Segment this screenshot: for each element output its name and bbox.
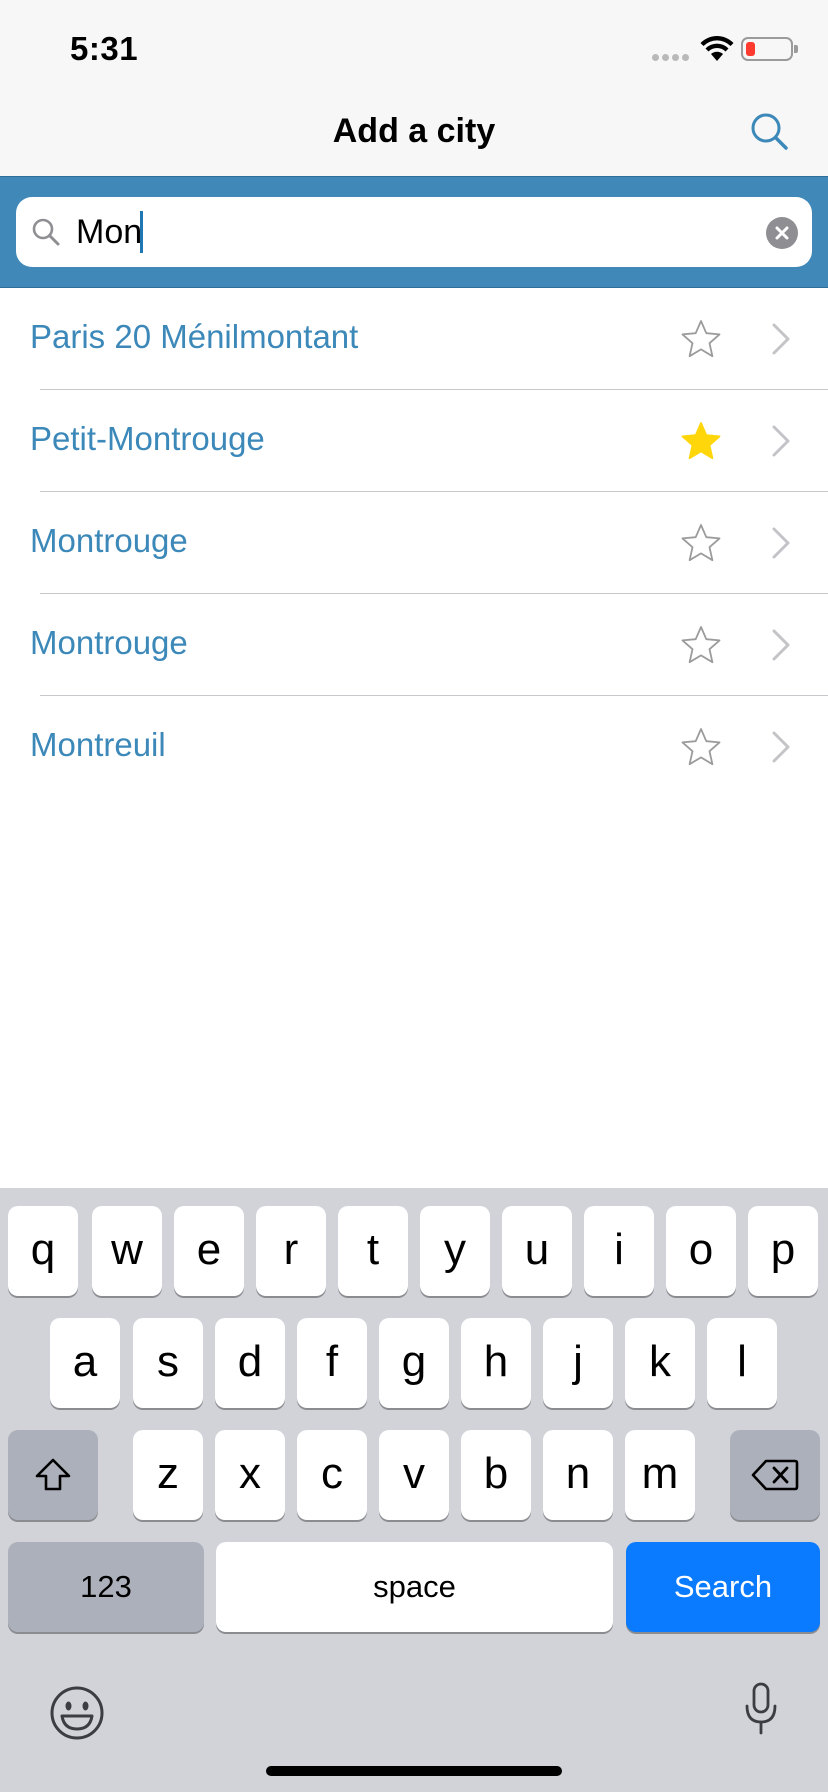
city-results-list: Paris 20 Ménilmontant Petit-Montrouge Mo… — [0, 288, 828, 798]
chevron-right-icon — [772, 323, 790, 355]
star-outline-icon[interactable] — [680, 318, 722, 360]
key-f[interactable]: f — [297, 1318, 367, 1408]
key-p[interactable]: p — [748, 1206, 818, 1296]
search-icon[interactable] — [748, 110, 792, 154]
key-e[interactable]: e — [174, 1206, 244, 1296]
key-s[interactable]: s — [133, 1318, 203, 1408]
key-z[interactable]: z — [133, 1430, 203, 1520]
key-o[interactable]: o — [666, 1206, 736, 1296]
key-n[interactable]: n — [543, 1430, 613, 1520]
battery-icon — [741, 37, 793, 61]
star-outline-icon[interactable] — [680, 624, 722, 666]
shift-key[interactable] — [8, 1430, 98, 1520]
chevron-right-icon — [772, 731, 790, 763]
city-name: Montrouge — [30, 522, 188, 559]
key-t[interactable]: t — [338, 1206, 408, 1296]
search-field-icon — [32, 218, 60, 246]
status-bar: 5:31 — [0, 0, 828, 92]
emoji-icon[interactable] — [48, 1684, 106, 1742]
backspace-icon — [751, 1459, 799, 1491]
chevron-right-icon — [772, 629, 790, 661]
nav-bar: Add a city — [0, 92, 828, 176]
key-q[interactable]: q — [8, 1206, 78, 1296]
space-key[interactable]: space — [216, 1542, 613, 1632]
text-caret — [140, 211, 143, 253]
key-c[interactable]: c — [297, 1430, 367, 1520]
list-item[interactable]: Montrouge — [0, 492, 828, 594]
chevron-right-icon — [772, 527, 790, 559]
city-name: Paris 20 Ménilmontant — [30, 318, 359, 355]
microphone-icon[interactable] — [744, 1682, 778, 1736]
keyboard: q w e r t y u i o p a s d f g h j k l z … — [0, 1188, 828, 1792]
shift-icon — [35, 1458, 71, 1491]
star-outline-icon[interactable] — [680, 726, 722, 768]
cellular-signal-icon — [652, 54, 692, 62]
wifi-icon — [700, 36, 734, 61]
key-k[interactable]: k — [625, 1318, 695, 1408]
key-u[interactable]: u — [502, 1206, 572, 1296]
home-indicator — [266, 1766, 562, 1776]
key-j[interactable]: j — [543, 1318, 613, 1408]
status-time: 5:31 — [70, 30, 139, 67]
numbers-key[interactable]: 123 — [8, 1542, 204, 1632]
key-r[interactable]: r — [256, 1206, 326, 1296]
page-title: Add a city — [332, 112, 496, 150]
key-b[interactable]: b — [461, 1430, 531, 1520]
list-item[interactable]: Petit-Montrouge — [0, 390, 828, 492]
key-g[interactable]: g — [379, 1318, 449, 1408]
city-name: Petit-Montrouge — [30, 420, 265, 457]
city-name: Montrouge — [30, 624, 188, 661]
city-name: Montreuil — [30, 726, 166, 763]
key-a[interactable]: a — [50, 1318, 120, 1408]
star-filled-icon[interactable] — [680, 420, 722, 462]
key-d[interactable]: d — [215, 1318, 285, 1408]
key-h[interactable]: h — [461, 1318, 531, 1408]
list-item[interactable]: Montrouge — [0, 594, 828, 696]
key-m[interactable]: m — [625, 1430, 695, 1520]
key-i[interactable]: i — [584, 1206, 654, 1296]
key-l[interactable]: l — [707, 1318, 777, 1408]
search-input[interactable] — [76, 207, 726, 257]
battery-tip — [794, 45, 798, 53]
search-bar — [0, 176, 828, 288]
star-outline-icon[interactable] — [680, 522, 722, 564]
list-item[interactable]: Paris 20 Ménilmontant — [0, 288, 828, 390]
search-field[interactable] — [16, 197, 812, 267]
clear-search-button[interactable] — [766, 217, 798, 249]
key-v[interactable]: v — [379, 1430, 449, 1520]
list-item[interactable]: Montreuil — [0, 696, 828, 798]
delete-key[interactable] — [730, 1430, 820, 1520]
key-w[interactable]: w — [92, 1206, 162, 1296]
key-x[interactable]: x — [215, 1430, 285, 1520]
chevron-right-icon — [772, 425, 790, 457]
close-icon — [775, 226, 789, 240]
key-y[interactable]: y — [420, 1206, 490, 1296]
search-key[interactable]: Search — [626, 1542, 820, 1632]
